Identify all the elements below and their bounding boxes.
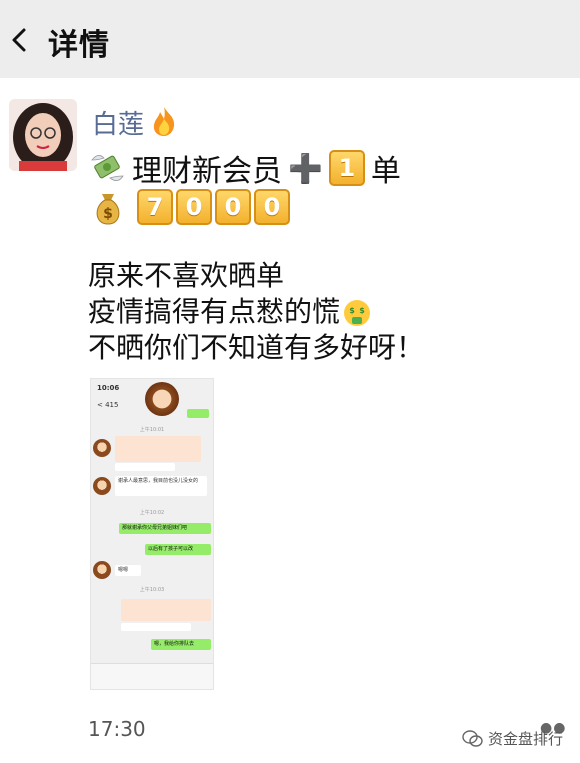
money-with-wings-emoji-icon: [91, 155, 124, 181]
chat-bubble: 嗯，我给你排队去: [151, 639, 211, 650]
chat-bubble: 那就谢承你父母兄弟姐妹们吧: [119, 523, 211, 534]
post-line-1-text: 理财新会员: [132, 154, 282, 189]
author-name[interactable]: 白莲: [92, 104, 144, 141]
chat-bubble: 以后有了孩子可以改: [145, 544, 211, 555]
chat-timestamp: 上午10:03: [139, 587, 165, 593]
svg-text:$: $: [349, 306, 355, 315]
chevron-left-icon[interactable]: [6, 24, 34, 56]
chat-bubble: [121, 599, 211, 621]
post-line-1: 理财新会员 ➕ 1 单: [88, 148, 401, 189]
post-body-line: 原来不喜欢晒单: [88, 259, 285, 292]
plus-sign: ➕: [288, 151, 323, 185]
chat-bubble: [121, 623, 191, 631]
chat-bubble: [187, 409, 209, 418]
fire-emoji-icon: [153, 107, 175, 136]
amount-digit: 0: [254, 189, 290, 225]
post-amount-line: $ 7 0 0 0: [90, 186, 290, 228]
money-mouth-face-emoji-icon: $ $: [344, 300, 371, 326]
contact-avatar: [93, 439, 111, 457]
post-body-line-2: 疫情搞得有点慭的慌 $ $: [88, 294, 424, 330]
post-time: 17:30: [88, 717, 146, 741]
amount-digit: 7: [137, 189, 173, 225]
chat-timestamp: 上午10:02: [139, 510, 165, 516]
chat-screenshot-image[interactable]: 10:06 < 415 上午10:01 谢承人最意思，我目前也没儿没女的 上午1…: [90, 378, 214, 690]
svg-text:$: $: [103, 206, 113, 222]
post-body-line: 不晒你们不知道有多好呀！: [88, 331, 425, 364]
top-navigation-bar: 详情: [0, 0, 580, 78]
chat-bubble: 嗯嗯: [115, 565, 141, 576]
chat-input-bar: [91, 663, 213, 689]
chat-bubble: [115, 436, 201, 462]
contact-avatar: [93, 561, 111, 579]
contact-avatar: [145, 382, 179, 416]
watermark: 资金盘排行: [462, 728, 563, 749]
author-avatar[interactable]: [9, 99, 77, 171]
chat-bubble: [115, 463, 175, 471]
contact-avatar: [93, 477, 111, 495]
money-bag-emoji-icon: $: [96, 194, 120, 225]
post-line-1-suffix: 单: [370, 154, 401, 189]
chat-timestamp: 上午10:01: [139, 427, 165, 433]
svg-text:$: $: [359, 306, 365, 315]
status-bar-time: 10:06: [97, 384, 120, 392]
watermark-text: 资金盘排行: [488, 730, 564, 748]
amount-digit: 0: [176, 189, 212, 225]
count-digit-box: 1: [328, 150, 365, 186]
wechat-logo-icon: [462, 729, 483, 747]
post-body-text: 原来不喜欢晒单 疫情搞得有点慭的慌 $ $ 不晒你们不知道有多好呀！: [88, 258, 424, 366]
chat-bubble: 谢承人最意思，我目前也没儿没女的: [115, 476, 207, 496]
post-body-line: 疫情搞得有点慭的慌: [88, 295, 341, 328]
page-title: 详情: [48, 28, 110, 63]
amount-digit: 0: [215, 189, 251, 225]
chat-back-label: < 415: [97, 401, 119, 409]
